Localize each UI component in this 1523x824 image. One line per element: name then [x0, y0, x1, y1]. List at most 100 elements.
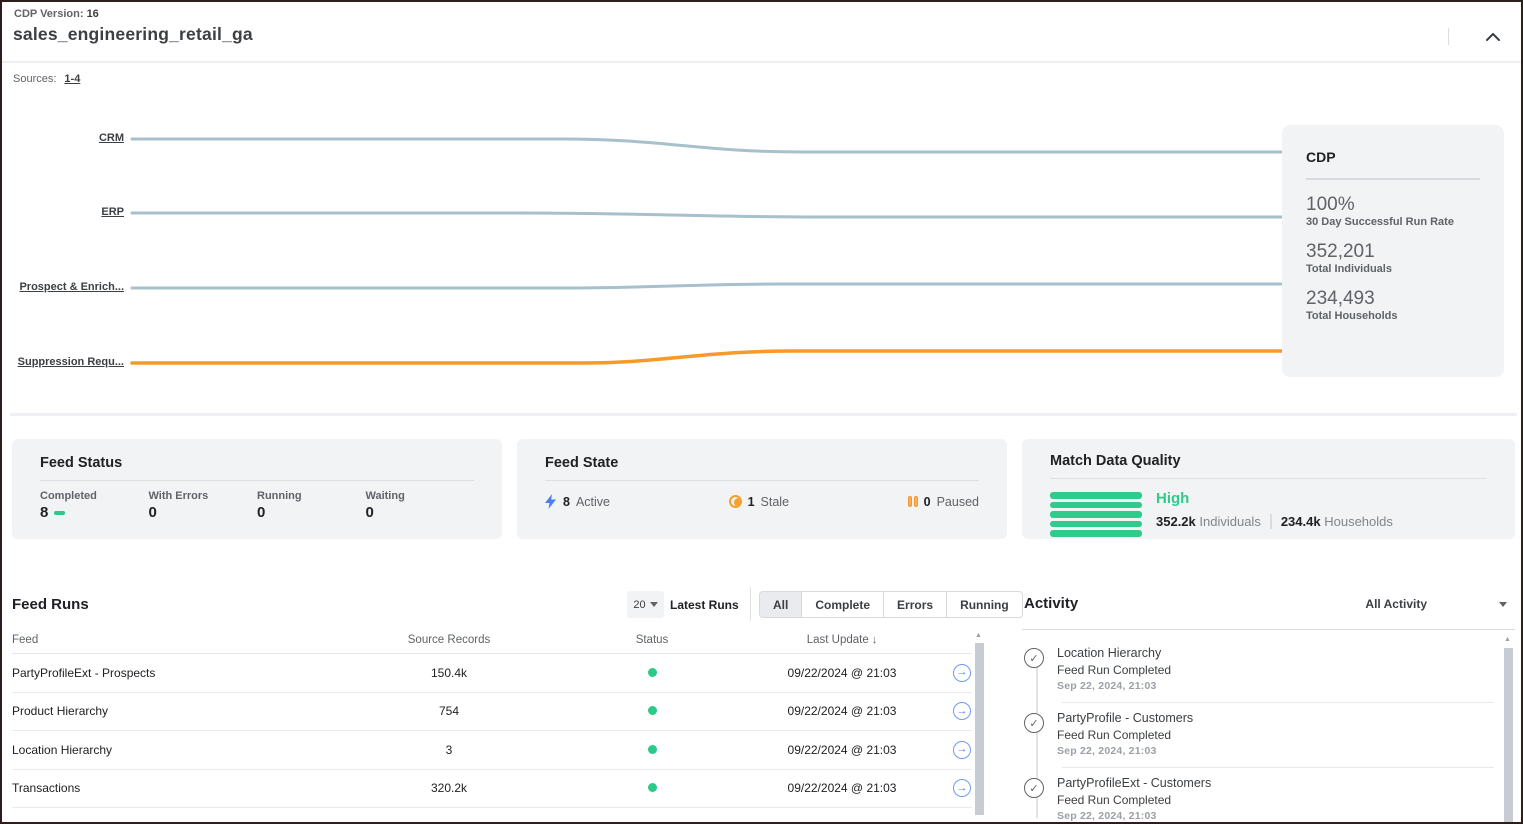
activity-time: Sep 22, 2024, 21:03: [1057, 745, 1193, 757]
check-circle-icon: ✓: [1024, 778, 1044, 798]
individuals-label: Total Individuals: [1306, 263, 1480, 275]
match-households-value: 234.4k: [1281, 514, 1321, 529]
activity-event: Feed Run Completed: [1057, 728, 1193, 742]
with-errors-stat: With Errors 0: [149, 490, 258, 521]
chevron-down-icon: [1499, 602, 1507, 607]
activity-scrollbar[interactable]: [1504, 648, 1513, 822]
activity-time: Sep 22, 2024, 21:03: [1057, 810, 1211, 822]
flow-line-crm: [132, 139, 1283, 152]
page-title: sales_engineering_retail_ga: [13, 24, 253, 45]
match-individuals-label: Individuals: [1199, 514, 1260, 529]
sort-desc-icon: ↓: [872, 634, 878, 646]
run-rate-label: 30 Day Successful Run Rate: [1306, 216, 1480, 228]
with-errors-label: With Errors: [149, 490, 258, 502]
filter-all-button[interactable]: All: [760, 592, 802, 617]
open-feed-run-button[interactable]: →: [953, 702, 971, 720]
households-value: 234,493: [1306, 288, 1480, 310]
status-success-icon: [648, 745, 657, 754]
activity-timeline: ✓ Location Hierarchy Feed Run Completed …: [1024, 638, 1494, 824]
filter-complete-button[interactable]: Complete: [802, 592, 884, 617]
feed-name: Location Hierarchy: [12, 743, 112, 757]
controls-vseparator: [750, 587, 751, 621]
activity-item[interactable]: ✓ Location Hierarchy Feed Run Completed …: [1024, 638, 1494, 702]
cdp-version-value: 16: [87, 8, 99, 20]
waiting-stat: Waiting 0: [366, 490, 475, 521]
cdp-panel-title: CDP: [1306, 149, 1480, 165]
paused-feeds-stat: 0 Paused: [908, 495, 979, 509]
with-errors-value: 0: [149, 504, 258, 521]
table-row[interactable]: PartyProfileExt - Prospects 150.4k 09/22…: [12, 654, 972, 693]
table-row[interactable]: Location Hierarchy 3 09/22/2024 @ 21:03 …: [12, 731, 972, 770]
activity-name: Location Hierarchy: [1057, 646, 1171, 660]
col-source-records[interactable]: Source Records: [369, 634, 529, 646]
match-quality-divider: [1050, 478, 1487, 479]
activity-item[interactable]: ✓ PartyProfile - Customers Feed Run Comp…: [1024, 703, 1494, 767]
running-value: 0: [257, 504, 366, 521]
pause-icon: [908, 496, 918, 507]
run-filter-group: All Complete Errors Running: [759, 591, 1023, 618]
feed-state-card: Feed State 8 Active 1 Stale 0 Paused: [517, 439, 1007, 539]
paused-count: 0: [924, 495, 931, 509]
completed-stat: Completed 8: [40, 490, 149, 521]
feed-state-title: Feed State: [545, 455, 979, 471]
match-quality-card: Match Data Quality High 352.2k Individua…: [1022, 439, 1515, 539]
source-link-prospect[interactable]: Prospect & Enrich...: [2, 281, 124, 293]
feed-name: Product Hierarchy: [12, 704, 108, 718]
waiting-label: Waiting: [366, 490, 475, 502]
completed-label: Completed: [40, 490, 149, 502]
collapse-panel-button[interactable]: [1479, 24, 1507, 50]
waiting-value: 0: [366, 504, 475, 521]
last-update: 09/22/2024 @ 21:03: [752, 743, 932, 757]
activity-divider: [1022, 629, 1515, 630]
running-stat: Running 0: [257, 490, 366, 521]
open-feed-run-button[interactable]: →: [953, 664, 971, 682]
sources-bar: Sources: 1-4: [13, 73, 80, 85]
source-link-erp[interactable]: ERP: [2, 206, 124, 218]
cdp-households-stat: 234,493 Total Households: [1306, 288, 1480, 322]
filter-errors-button[interactable]: Errors: [884, 592, 947, 617]
source-link-crm[interactable]: CRM: [2, 132, 124, 144]
activity-filter-select[interactable]: All Activity: [1292, 597, 1507, 611]
feed-runs-title: Feed Runs: [12, 596, 89, 613]
status-success-icon: [648, 706, 657, 715]
activity-name: PartyProfileExt - Customers: [1057, 776, 1211, 790]
open-feed-run-button[interactable]: →: [953, 741, 971, 759]
table-row[interactable]: Transactions 320.2k 09/22/2024 @ 21:03 →: [12, 770, 972, 809]
run-rate-value: 100%: [1306, 194, 1480, 216]
page-size-select[interactable]: 20: [627, 591, 664, 618]
completed-indicator-icon: [54, 511, 65, 515]
source-records: 3: [369, 743, 529, 757]
table-scrollbar[interactable]: [975, 643, 984, 815]
stale-feeds-stat: 1 Stale: [729, 495, 789, 509]
source-records: 150.4k: [369, 666, 529, 680]
quality-level: High: [1156, 490, 1393, 507]
col-status[interactable]: Status: [572, 634, 732, 646]
cdp-version: CDP Version: 16: [14, 8, 99, 20]
chevron-down-icon: [650, 602, 658, 607]
activity-title: Activity: [1024, 595, 1078, 612]
flow-line-suppression: [132, 351, 1283, 363]
stale-count: 1: [748, 495, 755, 509]
status-success-icon: [648, 783, 657, 792]
filter-running-button[interactable]: Running: [947, 592, 1022, 617]
source-link-suppression[interactable]: Suppression Requ...: [2, 356, 124, 368]
cdp-individuals-stat: 352,201 Total Individuals: [1306, 241, 1480, 275]
activity-item[interactable]: ✓ PartyProfileExt - Customers Feed Run C…: [1024, 768, 1494, 824]
active-count: 8: [563, 495, 570, 509]
activity-scroll-up-icon[interactable]: ▲: [1504, 636, 1511, 643]
sources-range-link[interactable]: 1-4: [64, 73, 80, 85]
feed-status-card: Feed Status Completed 8 With Errors 0 Ru…: [12, 439, 502, 539]
last-update: 09/22/2024 @ 21:03: [752, 704, 932, 718]
match-households-label: Households: [1324, 514, 1393, 529]
cdp-run-rate-stat: 100% 30 Day Successful Run Rate: [1306, 194, 1480, 228]
households-label: Total Households: [1306, 310, 1480, 322]
check-circle-icon: ✓: [1024, 713, 1044, 733]
col-feed[interactable]: Feed: [12, 634, 38, 646]
col-last-update[interactable]: Last Update↓: [752, 634, 932, 646]
stale-icon: [729, 495, 742, 508]
open-feed-run-button[interactable]: →: [953, 779, 971, 797]
table-scroll-up-icon[interactable]: ▲: [975, 632, 982, 639]
sources-label: Sources:: [13, 73, 56, 85]
table-row[interactable]: Product Hierarchy 754 09/22/2024 @ 21:03…: [12, 693, 972, 732]
table-header: Feed Source Records Status Last Update↓: [12, 632, 972, 654]
